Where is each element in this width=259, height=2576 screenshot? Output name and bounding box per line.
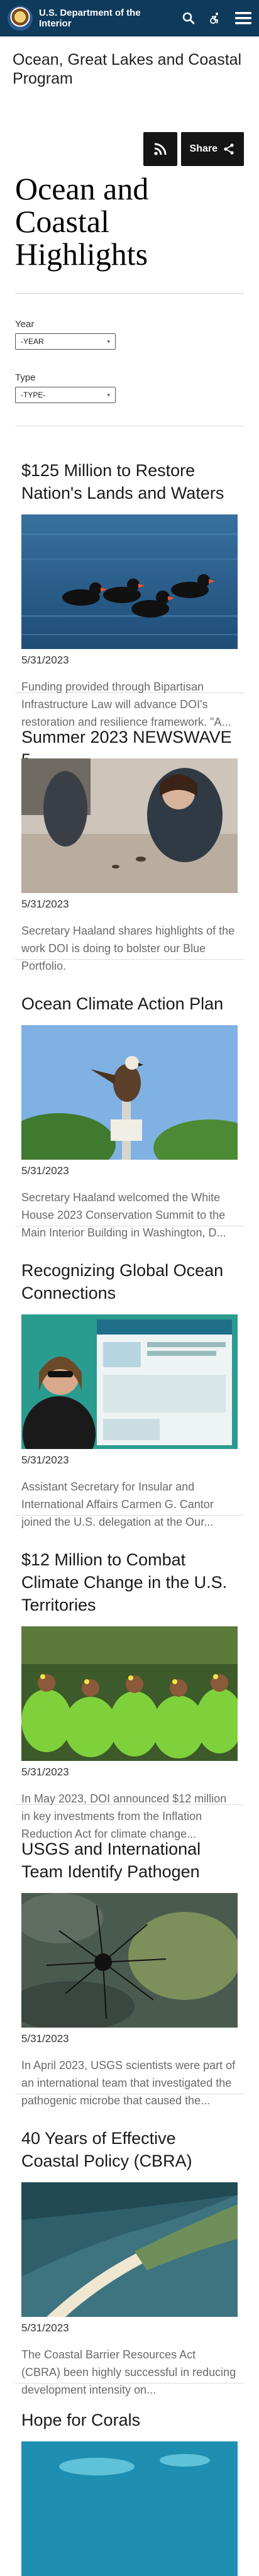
article-image-dancers[interactable] — [21, 1626, 238, 1761]
article-title[interactable]: $12 Million to Combat Climate Change in … — [21, 1548, 238, 1616]
year-select-value: -YEAR — [21, 337, 44, 346]
article-title[interactable]: Summer 2023 NEWSWAVE 5 — [21, 726, 238, 769]
accessibility-icon[interactable] — [209, 12, 221, 25]
article-date: 5/31/2023 — [21, 1454, 69, 1466]
article-image-beach-people[interactable] — [21, 758, 238, 893]
article-title[interactable]: $125 Million to Restore Nation's Lands a… — [21, 459, 238, 504]
article-summary: Funding provided through Bipartisan Infr… — [21, 680, 231, 728]
program-title[interactable]: Ocean, Great Lakes and Coastal Program — [13, 50, 246, 88]
article-card: $125 Million to Restore Nation's Lands a… — [21, 426, 238, 728]
divider — [15, 293, 244, 294]
article-card: Ocean Climate Action Plan 5/31/2023 Secr… — [21, 960, 238, 1239]
article-image-osprey[interactable] — [21, 1025, 238, 1160]
share-row: Share — [0, 132, 244, 166]
article-summary: Assistant Secretary for Insular and Inte… — [21, 1480, 214, 1528]
article-card: Hope for Corals — [21, 2384, 238, 2576]
article-date: 5/31/2023 — [21, 2033, 69, 2045]
share-button[interactable]: Share — [180, 132, 244, 166]
header-actions — [182, 11, 251, 25]
rss-icon — [153, 143, 167, 155]
type-select[interactable]: -TYPE- ▾ — [15, 387, 116, 403]
article-card: $12 Million to Combat Climate Change in … — [21, 1516, 238, 1840]
chevron-down-icon: ▾ — [107, 391, 110, 398]
rss-button[interactable] — [143, 132, 177, 166]
search-icon[interactable] — [182, 12, 195, 25]
article-date: 5/31/2023 — [21, 2322, 69, 2334]
chevron-down-icon: ▾ — [107, 338, 110, 345]
article-image-sea-urchin[interactable] — [21, 1893, 238, 2028]
article-title[interactable]: Ocean Climate Action Plan — [21, 992, 238, 1015]
article-card: USGS and International Team Identify Pat… — [21, 1805, 238, 2107]
article-image-corals[interactable] — [21, 2441, 238, 2576]
share-label: Share — [189, 143, 218, 154]
menu-icon[interactable] — [235, 11, 251, 25]
doi-seal-logo[interactable] — [8, 6, 33, 31]
article-title[interactable]: 40 Years of Effective Coastal Policy (CB… — [21, 2127, 238, 2172]
type-filter-label: Type — [15, 372, 36, 383]
top-nav-bar: U.S. Department of the Interior — [0, 0, 259, 36]
share-icon — [224, 143, 234, 155]
filters: Year -YEAR ▾ Type -TYPE- ▾ — [15, 319, 244, 403]
article-date: 5/31/2023 — [21, 898, 69, 910]
article-summary: Secretary Haaland welcomed the White Hou… — [21, 1191, 226, 1239]
type-select-value: -TYPE- — [21, 391, 46, 399]
article-summary: In April 2023, USGS scientists were part… — [21, 2059, 236, 2107]
article-date: 5/31/2023 — [21, 1165, 69, 1177]
year-select[interactable]: -YEAR ▾ — [15, 333, 116, 350]
article-title[interactable]: Hope for Corals — [21, 2409, 238, 2431]
article-image-coastal-aerial[interactable] — [21, 2182, 238, 2317]
page-title: Ocean and Coastal Highlights — [15, 171, 149, 272]
article-title[interactable]: Recognizing Global Ocean Connections — [21, 1259, 238, 1304]
article-card: Recognizing Global Ocean Connections 5/3… — [21, 1226, 238, 1528]
article-image-poster-presentation[interactable] — [21, 1314, 238, 1449]
article-title[interactable]: USGS and International Team Identify Pat… — [21, 1838, 238, 1883]
article-date: 5/31/2023 — [21, 1766, 69, 1778]
article-date: 5/31/2023 — [21, 654, 69, 666]
article-image-puffins[interactable] — [21, 514, 238, 649]
article-card: 40 Years of Effective Coastal Policy (CB… — [21, 2094, 238, 2396]
article-card: Summer 2023 NEWSWAVE 5 5/31/2023 Secreta… — [21, 693, 238, 972]
brand-name[interactable]: U.S. Department of the Interior — [39, 8, 152, 29]
year-filter-label: Year — [15, 319, 35, 330]
